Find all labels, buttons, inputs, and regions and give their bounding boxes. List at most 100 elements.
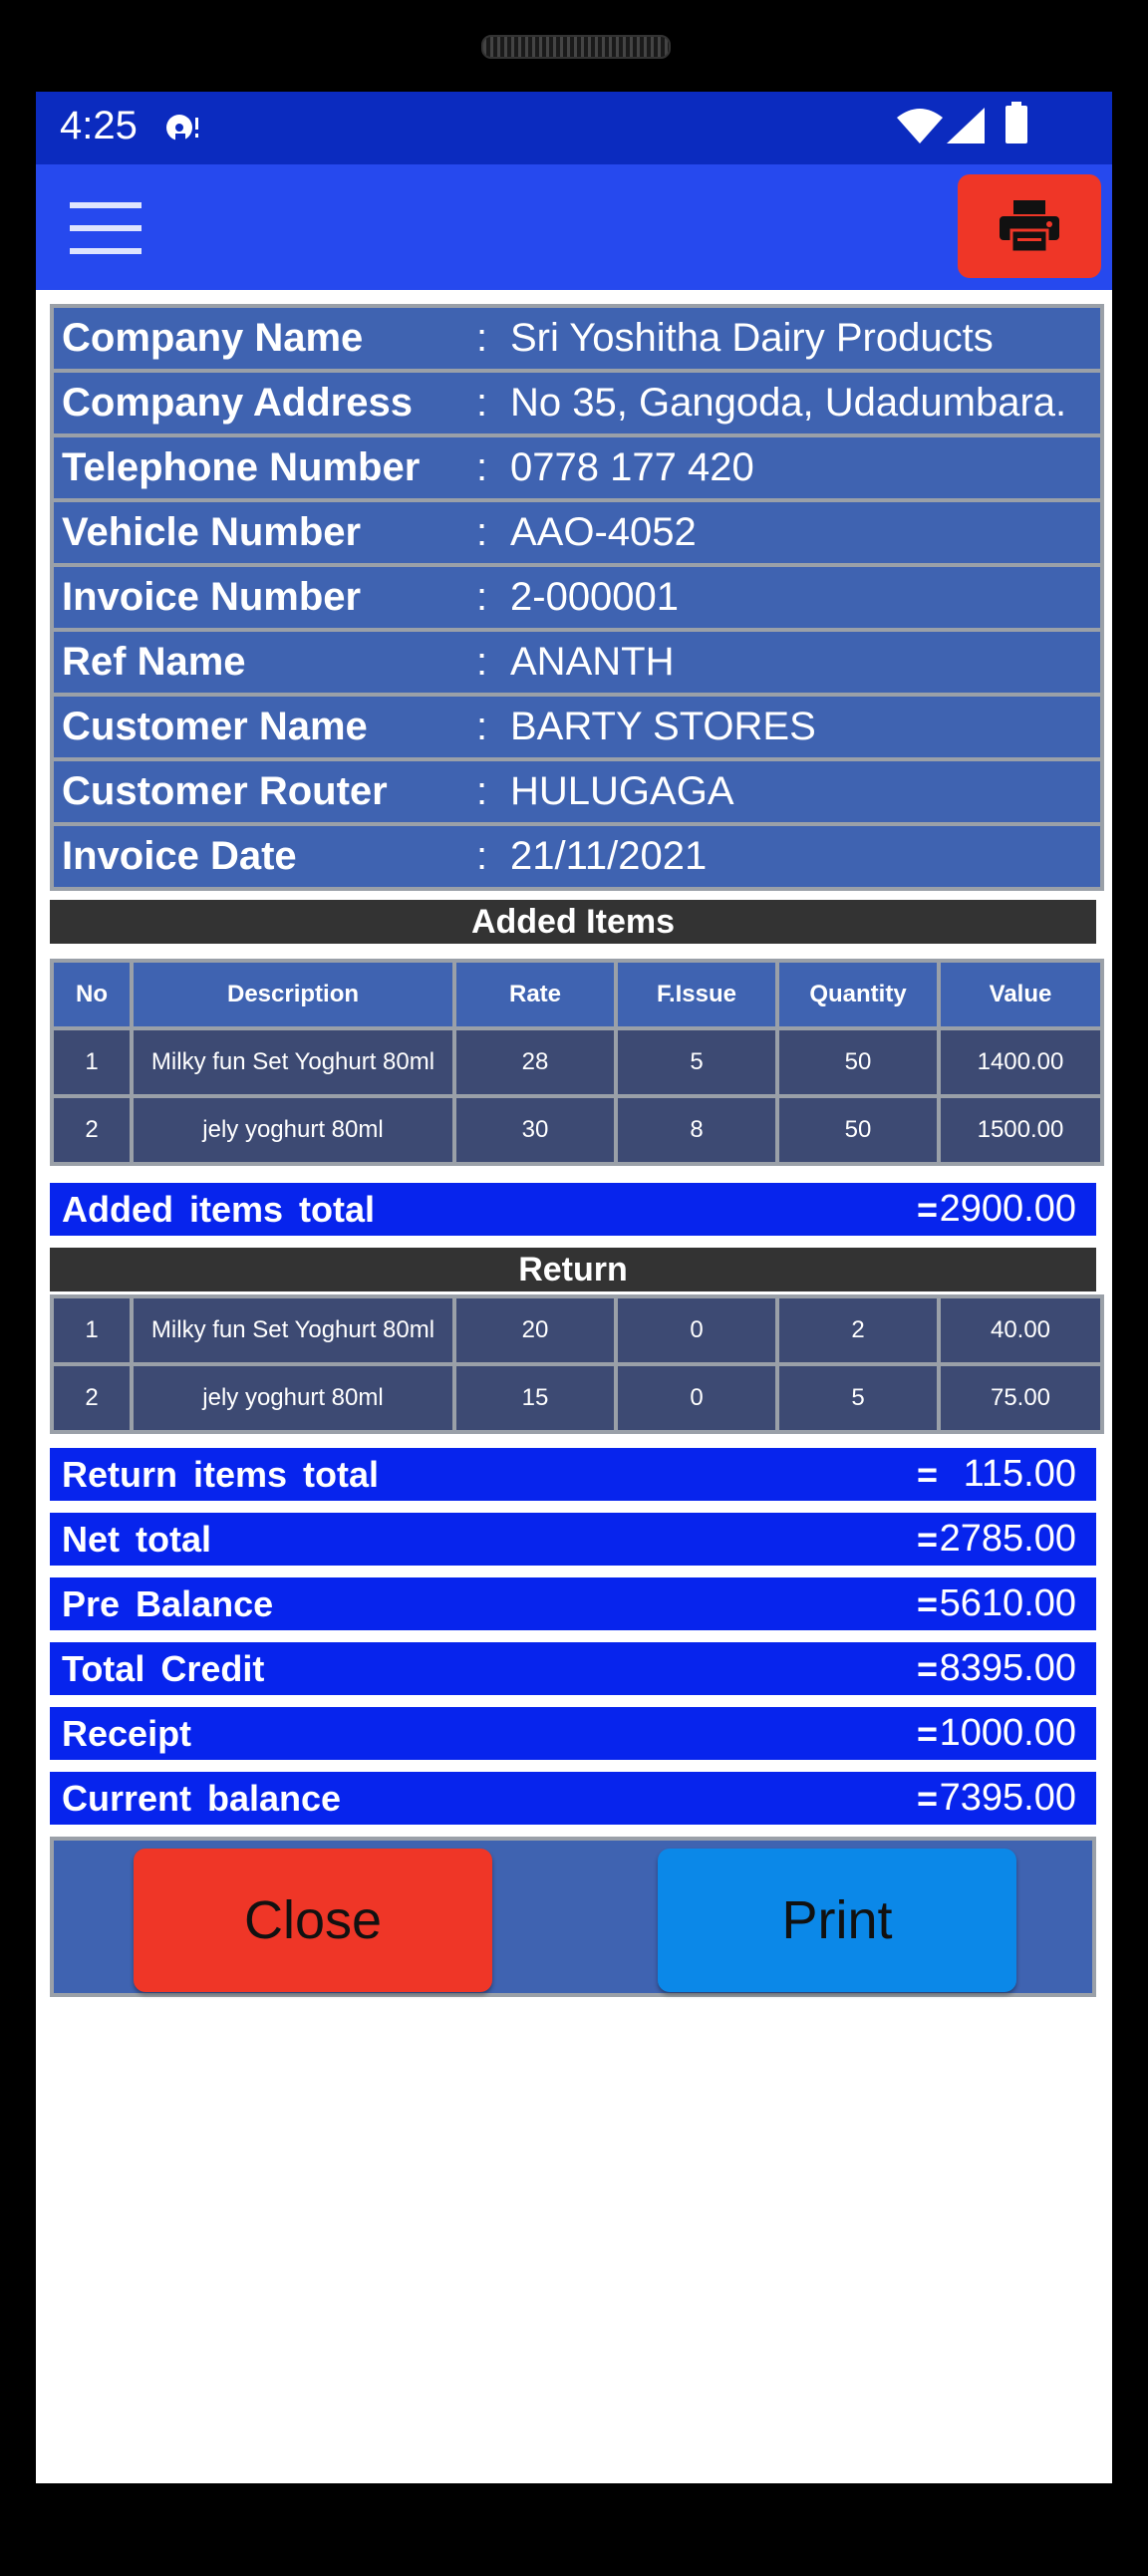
total-label: Total Credit bbox=[62, 1648, 265, 1689]
equals-sign: = bbox=[917, 1713, 939, 1754]
info-value: 0778 177 420 bbox=[510, 445, 754, 489]
cell-free-issue: 8 bbox=[614, 1094, 779, 1166]
cell-description: Milky fun Set Yoghurt 80ml bbox=[130, 1294, 456, 1366]
total-label: Pre Balance bbox=[62, 1583, 274, 1624]
column-header: No bbox=[50, 959, 134, 1030]
info-value: HULUGAGA bbox=[510, 769, 734, 813]
total-value: 115.00 bbox=[963, 1453, 1076, 1495]
equals-sign: = bbox=[917, 1648, 939, 1689]
info-row-ref-name: Ref Name: ANANTH bbox=[54, 632, 1100, 693]
equals-sign: = bbox=[917, 1583, 939, 1624]
info-row-invoice-number: Invoice Number:2-000001 bbox=[54, 567, 1100, 628]
info-label: Invoice Date bbox=[62, 834, 297, 878]
receipt: Receipt = 1000.00 bbox=[50, 1707, 1096, 1760]
cell-description: jely yoghurt 80ml bbox=[130, 1362, 456, 1434]
info-row-company-name: Company Name: Sri Yoshitha Dairy Products bbox=[54, 308, 1100, 369]
cell-value: 40.00 bbox=[937, 1294, 1104, 1366]
hamburger-icon[interactable] bbox=[70, 202, 142, 254]
equals-sign: = bbox=[917, 1778, 939, 1819]
info-colon: : bbox=[476, 445, 488, 489]
print-button[interactable]: Print bbox=[658, 1849, 1016, 1992]
info-label: Ref Name bbox=[62, 640, 246, 684]
info-value: No 35, Gangoda, Udadumbara. bbox=[510, 381, 1067, 425]
phone-speaker bbox=[481, 35, 671, 59]
printer-icon bbox=[1000, 200, 1059, 254]
info-colon: : bbox=[476, 769, 488, 813]
info-label: Invoice Number bbox=[62, 575, 362, 619]
table-row[interactable]: 1 Milky fun Set Yoghurt 80ml 20 0 2 40.0… bbox=[50, 1294, 1104, 1366]
status-bar: 4:25 bbox=[36, 92, 1112, 164]
cell-free-issue: 0 bbox=[614, 1362, 779, 1434]
info-label: Customer Name bbox=[62, 705, 368, 748]
battery-icon bbox=[1005, 102, 1027, 143]
column-header: F.Issue bbox=[614, 959, 779, 1030]
info-row-company-address: Company Address: No 35, Gangoda, Udadumba… bbox=[54, 373, 1100, 433]
added-items-table: No Description Rate F.Issue Quantity Val… bbox=[50, 959, 1104, 1166]
table-header-row: No Description Rate F.Issue Quantity Val… bbox=[50, 959, 1104, 1030]
info-label: Vehicle Number bbox=[62, 510, 362, 554]
signal-icon bbox=[947, 108, 985, 143]
total-label: Return items total bbox=[62, 1454, 380, 1495]
equals-sign: = bbox=[917, 1189, 939, 1230]
info-label: Customer Router bbox=[62, 769, 388, 813]
info-colon: : bbox=[476, 316, 488, 360]
table-row[interactable]: 1 Milky fun Set Yoghurt 80ml 28 5 50 140… bbox=[50, 1026, 1104, 1098]
column-header: Value bbox=[937, 959, 1104, 1030]
total-value: 5610.00 bbox=[939, 1582, 1076, 1624]
cell-no: 1 bbox=[50, 1026, 134, 1098]
table-row[interactable]: 2 jely yoghurt 80ml 30 8 50 1500.00 bbox=[50, 1094, 1104, 1166]
total-label: Net total bbox=[62, 1519, 211, 1560]
info-row-telephone: Telephone Number:0778 177 420 bbox=[54, 437, 1100, 498]
total-value: 2900.00 bbox=[939, 1188, 1076, 1230]
equals-sign: = bbox=[917, 1519, 939, 1560]
table-row[interactable]: 2 jely yoghurt 80ml 15 0 5 75.00 bbox=[50, 1362, 1104, 1434]
invoice-info-table: Company Name: Sri Yoshitha Dairy Products… bbox=[50, 304, 1104, 891]
equals-sign: = bbox=[917, 1454, 939, 1495]
return-items-table: 1 Milky fun Set Yoghurt 80ml 20 0 2 40.0… bbox=[50, 1294, 1104, 1434]
cell-no: 2 bbox=[50, 1094, 134, 1166]
info-row-customer-router: Customer Router: HULUGAGA bbox=[54, 761, 1100, 822]
info-colon: : bbox=[476, 510, 488, 554]
total-value: 8395.00 bbox=[939, 1647, 1076, 1689]
info-colon: : bbox=[476, 705, 488, 748]
cell-value: 1400.00 bbox=[937, 1026, 1104, 1098]
cell-description: jely yoghurt 80ml bbox=[130, 1094, 456, 1166]
info-colon: : bbox=[476, 575, 488, 619]
return-items-total: Return items total = 115.00 bbox=[50, 1448, 1096, 1501]
info-value: 21/11/2021 bbox=[510, 834, 708, 878]
cell-value: 75.00 bbox=[937, 1362, 1104, 1434]
cell-value: 1500.00 bbox=[937, 1094, 1104, 1166]
info-row-invoice-date: Invoice Date:21/11/2021 bbox=[54, 826, 1100, 887]
status-time: 4:25 bbox=[60, 104, 138, 147]
total-label: Added items total bbox=[62, 1189, 376, 1230]
cell-quantity: 2 bbox=[775, 1294, 941, 1366]
phone-screen: 4:25 Company Name: Sri Yoshitha Dairy Pr… bbox=[36, 92, 1112, 2483]
current-balance: Current balance = 7395.00 bbox=[50, 1772, 1096, 1825]
info-label: Company Name bbox=[62, 316, 364, 360]
info-colon: : bbox=[476, 834, 488, 878]
media-icon bbox=[166, 115, 198, 142]
total-value: 1000.00 bbox=[939, 1712, 1076, 1754]
info-value: Sri Yoshitha Dairy Products bbox=[510, 316, 994, 360]
cell-free-issue: 0 bbox=[614, 1294, 779, 1366]
column-header: Quantity bbox=[775, 959, 941, 1030]
cell-description: Milky fun Set Yoghurt 80ml bbox=[130, 1026, 456, 1098]
cell-quantity: 50 bbox=[775, 1026, 941, 1098]
cell-free-issue: 5 bbox=[614, 1026, 779, 1098]
info-label: Telephone Number bbox=[62, 445, 421, 489]
cell-quantity: 50 bbox=[775, 1094, 941, 1166]
cell-rate: 30 bbox=[452, 1094, 618, 1166]
info-colon: : bbox=[476, 381, 488, 425]
total-value: 2785.00 bbox=[939, 1518, 1076, 1560]
info-value: BARTY STORES bbox=[510, 705, 816, 748]
net-total: Net total = 2785.00 bbox=[50, 1513, 1096, 1566]
info-row-customer-name: Customer Name: BARTY STORES bbox=[54, 697, 1100, 757]
print-top-button[interactable] bbox=[958, 174, 1101, 278]
info-value: 2-000001 bbox=[510, 575, 680, 619]
info-row-vehicle: Vehicle Number: AAO-4052 bbox=[54, 502, 1100, 563]
info-value: ANANTH bbox=[510, 640, 675, 684]
close-button[interactable]: Close bbox=[134, 1849, 492, 1992]
total-label: Receipt bbox=[62, 1713, 192, 1754]
cell-rate: 15 bbox=[452, 1362, 618, 1434]
cell-rate: 28 bbox=[452, 1026, 618, 1098]
